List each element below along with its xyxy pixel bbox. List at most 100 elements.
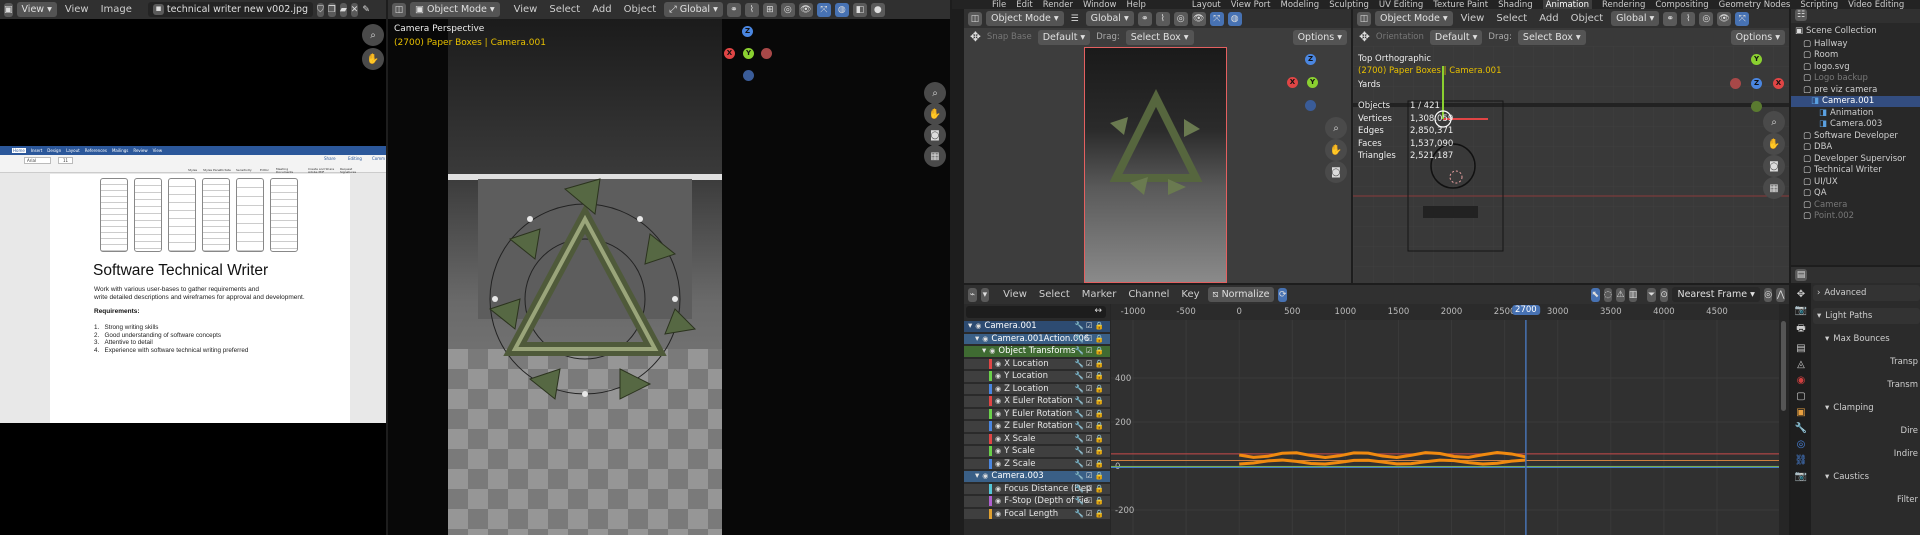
physics-tab-icon[interactable]: ◎ (1797, 439, 1806, 450)
gizmo-toggle-icon[interactable]: ⤧ (1209, 11, 1224, 26)
small-camera-viewport[interactable]: ◫ Object Mode ▾ ☰ Global ▾ ⚭ ⌇ ◎ 👁 ⤧ ◍ ✥ S… (964, 9, 1351, 283)
property-panel-header[interactable]: ▾ Caustics (1813, 469, 1920, 485)
view-layer-tab-icon[interactable]: ▤ (1796, 343, 1805, 354)
tab-shading[interactable]: Shading (1498, 0, 1533, 9)
expand-arrow-icon[interactable]: ▾ (975, 471, 979, 481)
channel-toggles[interactable]: 🔧☑🔒 (1075, 434, 1106, 443)
pan-hand-icon[interactable]: ✋ (1763, 133, 1785, 155)
snap-target-icon[interactable]: ⊞ (762, 2, 777, 17)
channel-row[interactable]: ◉ Y Euler Rotation 🔧☑🔒 (964, 408, 1110, 419)
constraints-tab-icon[interactable]: ⛓ (1795, 455, 1808, 466)
grid-view-icon[interactable]: ▦ (1763, 177, 1785, 199)
outliner-item[interactable]: ▢ Point.002 (1791, 211, 1920, 223)
channel-row[interactable]: ◉ X Location 🔧☑🔒 (964, 358, 1110, 369)
proportional-icon[interactable]: ◎ (1173, 11, 1188, 26)
outliner-item[interactable]: ▢ UI/UX (1791, 176, 1920, 188)
outliner-item[interactable]: ▢ QA (1791, 188, 1920, 200)
menu-add[interactable]: Add (588, 4, 615, 15)
zoom-icon[interactable]: ⌕ (362, 24, 384, 46)
top-ortho-viewport[interactable]: ◫ Object Mode ▾ View Select Add Object Gl… (1353, 9, 1789, 283)
editor-type-icon[interactable]: ☷ (1795, 9, 1807, 21)
pan-hand-icon[interactable]: ✋ (1325, 139, 1347, 161)
overlay-toggle-icon[interactable]: ◍ (834, 2, 849, 17)
orientation-dropdown[interactable]: Global ▾ (1085, 11, 1134, 26)
property-panel-header[interactable]: ▾ Light Paths (1813, 308, 1920, 324)
normalize-toggle[interactable]: ⧅ Normalize (1207, 287, 1275, 302)
channel-row[interactable]: ◉ Y Scale 🔧☑🔒 (964, 446, 1110, 457)
eye-icon[interactable]: ◉ (995, 422, 1001, 430)
editor-type-icon[interactable]: ◫ (968, 11, 982, 26)
channel-toggles[interactable]: 🔧☑🔒 (1075, 384, 1106, 393)
shading-solid-icon[interactable]: ● (870, 2, 885, 17)
property-field[interactable]: Dire (1813, 423, 1920, 439)
pan-hand-icon[interactable]: ✋ (924, 103, 946, 125)
outliner-item[interactable]: ◨ Animation (1791, 107, 1920, 119)
menu-window[interactable]: Window (1083, 0, 1117, 9)
tab-animation[interactable]: Animation (1542, 0, 1592, 9)
view-dropdown[interactable]: View ▾ (16, 2, 57, 17)
channel-row[interactable]: ◉ X Euler Rotation 🔧☑🔒 (964, 396, 1110, 407)
tab-compositing[interactable]: Compositing (1655, 0, 1708, 9)
outliner-item[interactable]: ◨ Camera.003 (1791, 119, 1920, 131)
funnel-icon[interactable]: ⏷ (1647, 287, 1656, 302)
menu-view[interactable]: View (510, 4, 542, 15)
eye-icon[interactable]: ◉ (995, 410, 1001, 418)
xray-icon[interactable]: ◧ (852, 2, 867, 17)
gizmo-y-icon[interactable]: Y (1751, 54, 1762, 65)
orientation-dropdown[interactable]: ⤢ Global ▾ (664, 2, 723, 17)
menu-object[interactable]: Object (1567, 13, 1608, 24)
outliner-item[interactable]: ▢ logo.svg (1791, 61, 1920, 73)
pivot-icon[interactable]: ⚭ (1663, 11, 1678, 26)
channel-row[interactable]: ◉ Z Euler Rotation 🔧☑🔒 (964, 421, 1110, 432)
editor-type-icon[interactable]: ▣ (4, 2, 13, 17)
graph-scrollbar[interactable] (1781, 321, 1786, 411)
channel-toggles[interactable]: 🔧☑🔒 (1075, 334, 1106, 343)
orientation-dropdown[interactable]: Global ▾ (1611, 11, 1660, 26)
show-hidden-icon[interactable]: ◌ (1603, 287, 1613, 302)
menu-render[interactable]: Render (1043, 0, 1073, 9)
tab-rendering[interactable]: Rendering (1602, 0, 1645, 9)
filters-icon[interactable]: ▥ (1628, 287, 1638, 302)
collection-tab-icon[interactable]: ▢ (1796, 391, 1805, 402)
menu-edit[interactable]: Edit (1016, 0, 1032, 9)
gizmo-neg-y-icon[interactable] (1751, 101, 1762, 112)
outliner-item[interactable]: ▢ Logo backup (1791, 73, 1920, 85)
gizmo-x-icon[interactable]: X (1287, 77, 1298, 88)
gizmo-y-icon[interactable]: Y (743, 48, 754, 59)
hamburger-icon[interactable]: ☰ (1068, 12, 1082, 26)
show-errors-icon[interactable]: ⚠ (1616, 287, 1625, 302)
mode-dropdown[interactable]: Object Mode ▾ (1375, 11, 1453, 26)
select-box-dropdown[interactable]: Select Box ▾ (1125, 29, 1194, 45)
gizmo-toggle-icon[interactable]: ⤧ (1735, 11, 1750, 26)
tab-view-port[interactable]: View Port (1231, 0, 1271, 9)
channel-toggles[interactable]: 🔧☑🔒 (1075, 484, 1106, 493)
outliner-item[interactable]: ▢ Technical Writer (1791, 165, 1920, 177)
property-field[interactable]: Indire (1813, 446, 1920, 462)
current-frame-indicator[interactable]: 2700 (1512, 305, 1540, 315)
menu-select[interactable]: Select (1492, 13, 1531, 24)
eye-icon[interactable]: ◉ (995, 372, 1001, 380)
channel-toggles[interactable]: 🔧☑🔒 (1075, 409, 1106, 418)
channel-search[interactable]: ↔ (966, 306, 1106, 318)
pan-hand-icon[interactable]: ✋ (362, 48, 384, 70)
editor-type-icon[interactable]: ◫ (392, 2, 406, 17)
camera-view-icon[interactable]: ◙ (924, 124, 946, 146)
tool-tab-icon[interactable]: ✥ (1797, 289, 1805, 300)
menu-select[interactable]: Select (1035, 289, 1074, 300)
eye-icon[interactable]: ◉ (995, 447, 1001, 455)
channel-row[interactable]: ◉ Focus Distance (Dep 🔧☑🔒 (964, 483, 1110, 494)
proportional-icon[interactable]: ◎ (1763, 287, 1773, 302)
zoom-icon[interactable]: ⌕ (924, 82, 946, 104)
gizmo-neg-x-icon[interactable] (1730, 78, 1741, 89)
refresh-icon[interactable]: ⟳ (1278, 287, 1287, 302)
eye-icon[interactable]: ◉ (982, 472, 988, 480)
proportional-icon[interactable]: ◎ (780, 2, 795, 17)
object-tab-icon[interactable]: ▣ (1796, 407, 1805, 418)
open-image-icon[interactable]: ▰ (339, 2, 347, 17)
outliner-item[interactable]: ◨ Camera.001 (1791, 95, 1920, 107)
modifier-tab-icon[interactable]: 🔧 (1795, 423, 1807, 434)
graph-area[interactable]: -1000 -500 0 500 1000 1500 2000 2500 3000 3500 400… (1111, 304, 1779, 535)
channel-toggles[interactable]: 🔧☑🔒 (1075, 359, 1106, 368)
expand-arrow-icon[interactable]: ▾ (982, 346, 986, 356)
menu-view[interactable]: View (61, 4, 93, 15)
